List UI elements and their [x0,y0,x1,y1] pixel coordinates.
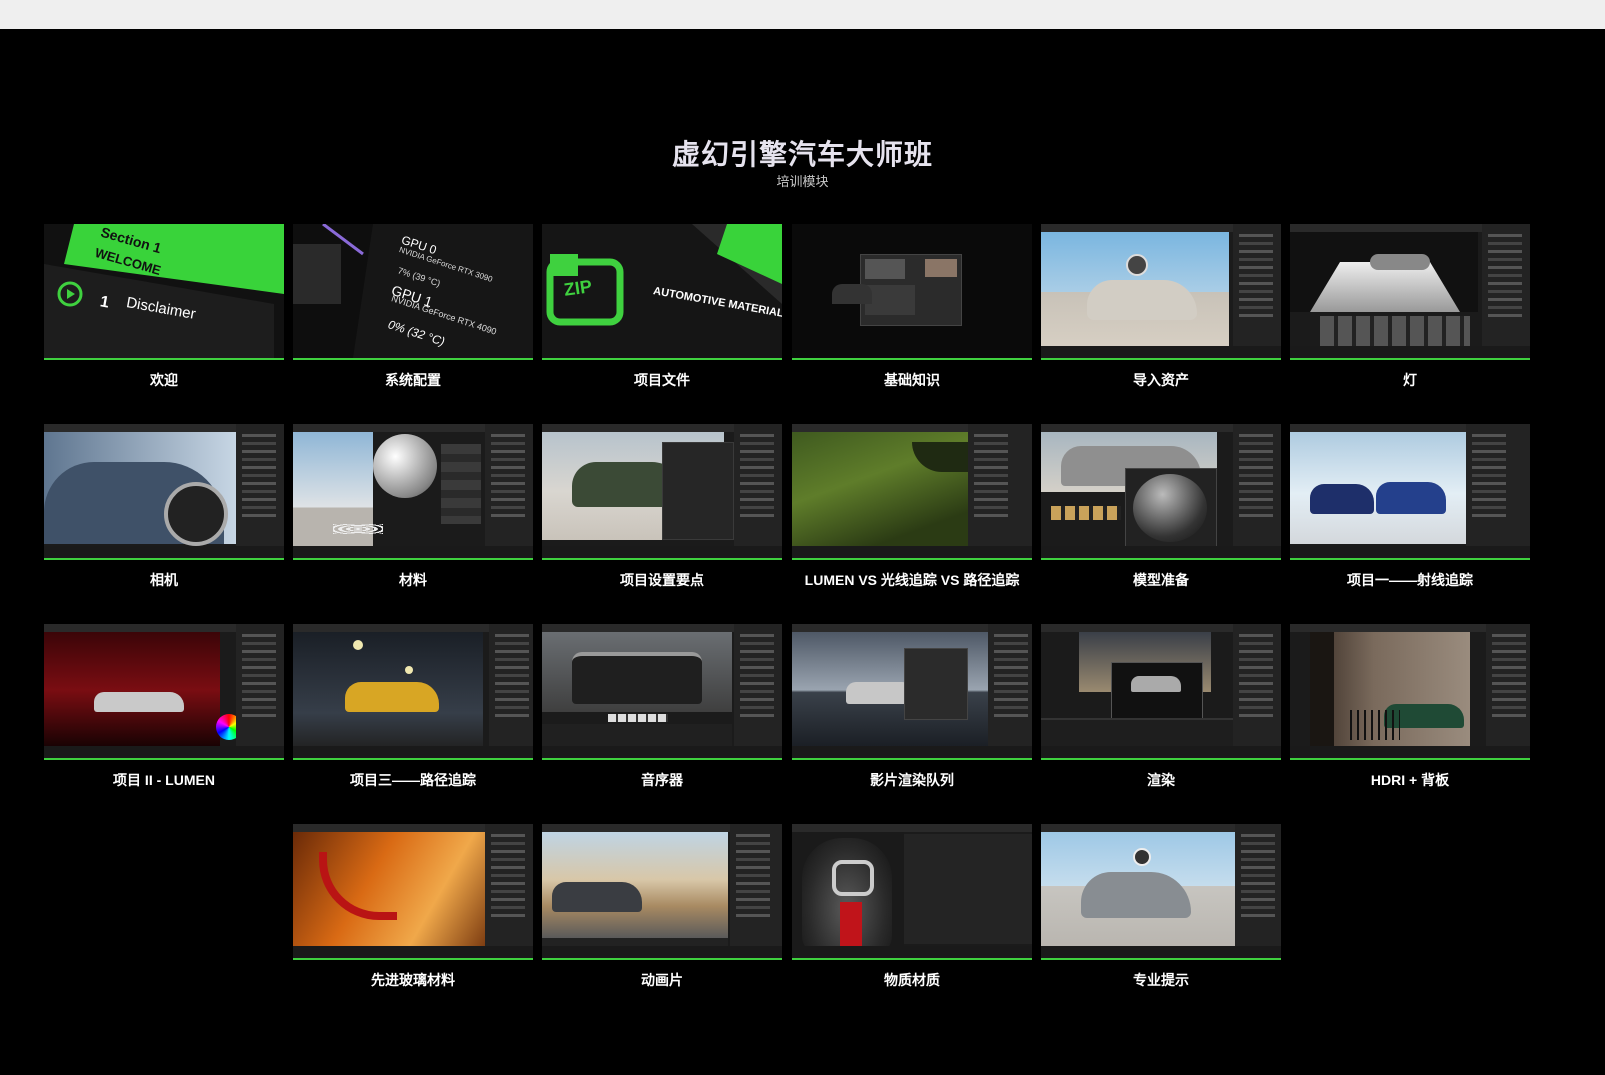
module-thumbnail [1290,424,1530,560]
module-label: 材料 [399,572,427,588]
module-label: 物质材质 [884,972,940,988]
module-label: 欢迎 [150,372,178,388]
zip-label: ZIP [562,276,594,300]
module-thumbnail [792,624,1032,760]
module-label: 先进玻璃材料 [371,972,455,988]
module-label: 基础知识 [884,372,940,388]
module-thumbnail [1290,624,1530,760]
module-thumbnail [1041,224,1281,360]
module-label: 模型准备 [1133,572,1189,588]
module-label: 渲染 [1147,772,1175,788]
module-thumbnail [792,824,1032,960]
module-card-import-assets[interactable]: 导入资产 [1041,224,1281,390]
module-label: 项目 II - LUMEN [113,772,215,788]
module-card-hdri-backplate[interactable]: HDRI + 背板 [1290,624,1530,790]
module-card-camera[interactable]: 相机 [44,424,284,590]
module-thumbnail [792,424,1032,560]
welcome-graphic [44,224,284,358]
module-card-model-prep[interactable]: 模型准备 [1041,424,1281,590]
module-thumbnail: GPU 0 NVIDIA GeForce RTX 3090 7% (39 °C)… [293,224,533,360]
module-label: 项目设置要点 [620,572,704,588]
module-card-render[interactable]: 渲染 [1041,624,1281,790]
module-card-project-two-lumen[interactable]: 项目 II - LUMEN [44,624,284,790]
module-label: 专业提示 [1133,972,1189,988]
page-subtitle: 培训模块 [776,174,829,189]
module-card-substance-material[interactable]: 物质材质 [792,824,1032,990]
module-label: 灯 [1403,372,1417,388]
page-title: 虚幻引擎汽车大师班 [671,139,933,170]
module-thumbnail [44,624,284,760]
module-thumbnail [542,824,782,960]
module-label: HDRI + 背板 [1370,772,1450,788]
module-thumbnail [1041,824,1281,960]
module-card-lights[interactable]: 灯 [1290,224,1530,390]
module-thumbnail [1041,424,1281,560]
module-card-animation[interactable]: 动画片 [542,824,782,990]
module-thumbnail [542,424,782,560]
module-card-project-one-raytracing[interactable]: 项目一——射线追踪 [1290,424,1530,590]
module-thumbnail [1041,624,1281,760]
dialog-window [860,254,962,326]
module-card-pro-tips[interactable]: 专业提示 [1041,824,1281,990]
module-label: 影片渲染队列 [870,772,954,788]
module-label: LUMEN VS 光线追踪 VS 路径追踪 [804,572,1020,588]
module-thumbnail [792,224,1032,360]
module-thumbnail [293,824,533,960]
module-card-project-files[interactable]: ZIP AUTOMOTIVE MATERIALS PACK 项目文件 [542,224,782,390]
module-thumbnail [542,624,782,760]
module-label: 项目文件 [634,372,690,388]
module-card-sequencer[interactable]: 音序器 [542,624,782,790]
module-thumbnail [44,424,284,560]
module-card-project-three-pathtracing[interactable]: 项目三——路径追踪 [293,624,533,790]
module-label: 导入资产 [1133,372,1189,388]
module-label: 项目三——路径追踪 [350,772,476,788]
module-thumbnail: Section 1 WELCOME 1 Disclaimer [44,224,284,360]
module-label: 系统配置 [385,372,441,388]
module-card-welcome[interactable]: Section 1 WELCOME 1 Disclaimer 欢迎 [44,224,284,390]
module-thumbnail [1290,224,1530,360]
module-card-materials[interactable]: 材料 [293,424,533,590]
module-label: 项目一——射线追踪 [1347,572,1473,588]
module-thumbnail [293,424,533,560]
module-label: 音序器 [641,772,683,788]
module-card-movie-render-queue[interactable]: 影片渲染队列 [792,624,1032,790]
module-card-project-settings[interactable]: 项目设置要点 [542,424,782,590]
browser-top-bar [0,0,1605,29]
module-card-basics[interactable]: 基础知识 [792,224,1032,390]
module-label: 动画片 [641,972,683,988]
module-thumbnail [293,624,533,760]
module-card-advanced-glass[interactable]: 先进玻璃材料 [293,824,533,990]
module-card-system-config[interactable]: GPU 0 NVIDIA GeForce RTX 3090 7% (39 °C)… [293,224,533,390]
module-card-lumen-vs-raytracing[interactable]: LUMEN VS 光线追踪 VS 路径追踪 [792,424,1032,590]
module-label: 相机 [150,572,178,588]
module-thumbnail: ZIP AUTOMOTIVE MATERIALS PACK [542,224,782,360]
